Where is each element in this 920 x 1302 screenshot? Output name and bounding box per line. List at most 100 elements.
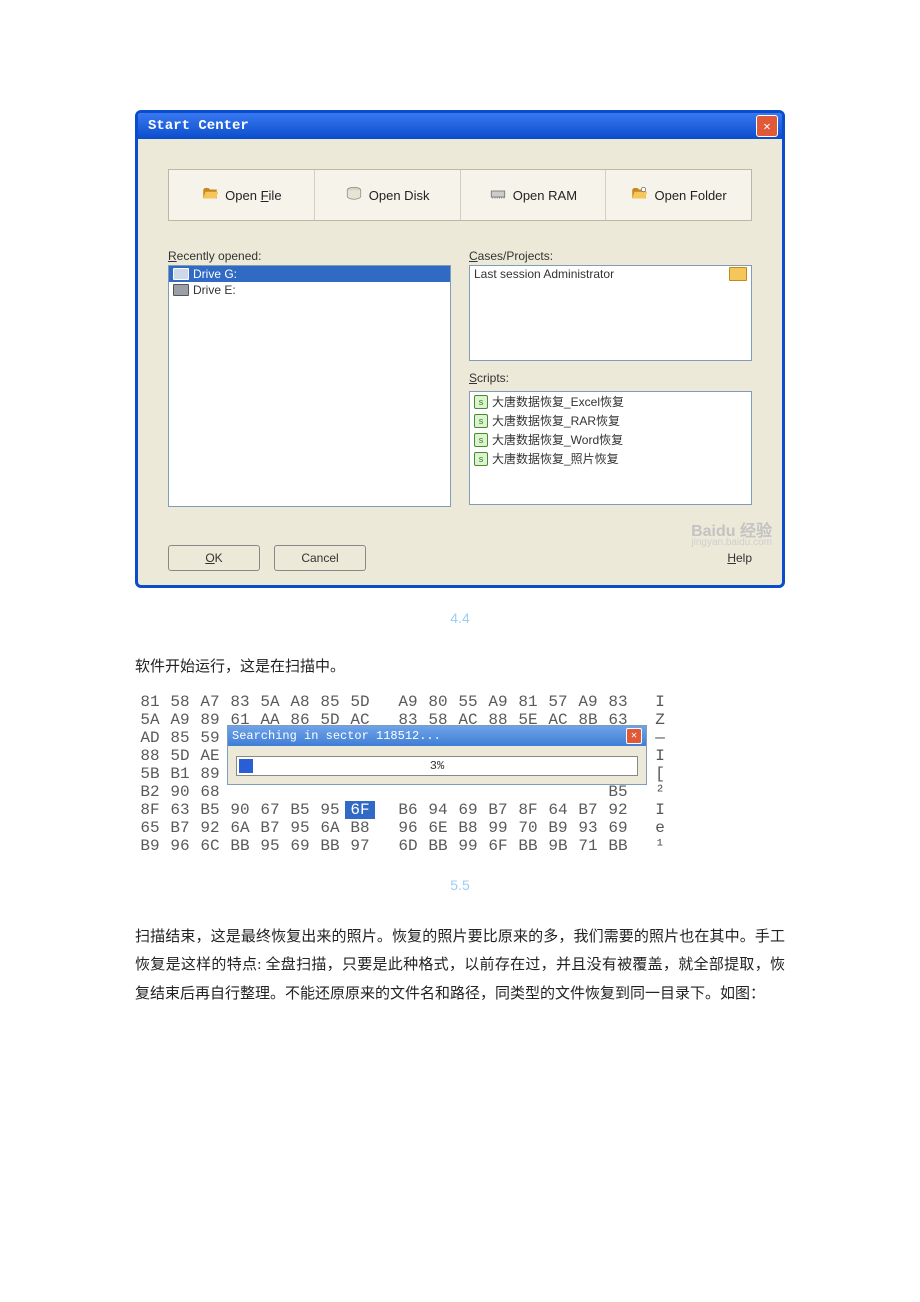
hex-byte: 81 <box>135 693 165 711</box>
hex-byte: 63 <box>165 801 195 819</box>
hex-byte: A9 <box>483 693 513 711</box>
titlebar[interactable]: Start Center ✕ <box>138 113 782 139</box>
hex-byte: B7 <box>165 819 195 837</box>
list-item[interactable]: Drive E: <box>169 282 450 298</box>
hex-byte: B1 <box>165 765 195 783</box>
hex-byte: 5D <box>165 747 195 765</box>
hex-byte <box>375 693 393 711</box>
hex-byte: 69 <box>453 801 483 819</box>
hex-byte <box>285 783 315 801</box>
open-disk-label: Open Disk <box>369 188 430 203</box>
progress-titlebar[interactable]: Searching in sector 118512... ✕ <box>228 726 646 746</box>
hex-byte: 5A <box>255 693 285 711</box>
hex-byte: 6A <box>315 819 345 837</box>
hex-byte: I <box>651 801 669 819</box>
hex-byte: 65 <box>135 819 165 837</box>
list-item[interactable]: s大唐数据恢复_RAR恢复 <box>470 411 751 430</box>
hex-byte <box>633 693 651 711</box>
scripts-label: Scripts: <box>469 371 752 385</box>
script-icon: s <box>474 433 488 447</box>
hex-byte: 85 <box>165 729 195 747</box>
hex-byte: B7 <box>573 801 603 819</box>
hex-byte <box>633 783 651 801</box>
hex-byte: 6F <box>345 801 375 819</box>
open-file-label: Open File <box>225 188 281 203</box>
help-button[interactable]: Help <box>727 551 752 565</box>
folder-icon <box>729 267 747 281</box>
hex-byte: 80 <box>423 693 453 711</box>
list-item[interactable]: s大唐数据恢复_Word恢复 <box>470 430 751 449</box>
hex-byte: 55 <box>453 693 483 711</box>
recently-opened-list[interactable]: Drive G: Drive E: <box>168 265 451 507</box>
hex-byte: 6D <box>393 837 423 855</box>
hex-byte: 89 <box>195 711 225 729</box>
start-center-dialog: Start Center ✕ Open File Open Disk Open … <box>135 110 785 588</box>
watermark: Baidu 经验 jingyan.baidu.com <box>138 517 782 541</box>
hex-byte <box>315 783 345 801</box>
hex-byte: 99 <box>453 837 483 855</box>
hex-byte: 99 <box>483 819 513 837</box>
hex-byte: 5A <box>135 711 165 729</box>
hex-byte: I <box>651 747 669 765</box>
hex-byte: B5 <box>195 801 225 819</box>
open-file-icon <box>201 185 219 206</box>
hex-byte: A9 <box>393 693 423 711</box>
list-item[interactable]: s大唐数据恢复_照片恢复 <box>470 449 751 468</box>
hex-byte <box>393 783 423 801</box>
script-icon: s <box>474 414 488 428</box>
hex-byte: B7 <box>483 801 513 819</box>
hex-byte: 67 <box>255 801 285 819</box>
hex-byte: 95 <box>285 819 315 837</box>
hex-byte: 5D <box>345 693 375 711</box>
close-icon[interactable]: ✕ <box>626 728 642 744</box>
hex-byte: AD <box>135 729 165 747</box>
hex-byte: 64 <box>543 801 573 819</box>
hex-byte <box>633 801 651 819</box>
script-icon: s <box>474 395 488 409</box>
drive-icon <box>173 268 189 280</box>
hex-byte <box>633 837 651 855</box>
ok-button[interactable]: OK <box>168 545 260 571</box>
hex-byte: 6C <box>195 837 225 855</box>
cases-list[interactable]: Last session Administrator <box>469 265 752 361</box>
open-folder-button[interactable]: Open Folder <box>606 170 751 220</box>
cases-label: Cases/Projects: <box>469 249 752 263</box>
hex-byte: 5B <box>135 765 165 783</box>
open-ram-icon <box>489 185 507 206</box>
open-file-button[interactable]: Open File <box>169 170 315 220</box>
hex-byte: 58 <box>165 693 195 711</box>
list-item[interactable]: Drive G: <box>169 266 450 282</box>
hex-byte: 57 <box>543 693 573 711</box>
hex-byte: B7 <box>255 819 285 837</box>
hex-byte <box>573 783 603 801</box>
hex-byte: 6E <box>423 819 453 837</box>
progress-bar: 3% <box>236 756 638 776</box>
close-icon[interactable]: ✕ <box>756 115 778 137</box>
hex-byte: 83 <box>603 693 633 711</box>
hex-byte: 69 <box>285 837 315 855</box>
cancel-button[interactable]: Cancel <box>274 545 366 571</box>
hex-byte <box>453 783 483 801</box>
open-ram-button[interactable]: Open RAM <box>461 170 607 220</box>
hex-byte: 83 <box>225 693 255 711</box>
hex-byte: ¹ <box>651 837 669 855</box>
hex-byte: 9B <box>543 837 573 855</box>
hex-byte <box>345 783 375 801</box>
hex-byte: BB <box>225 837 255 855</box>
body-text: 扫描结束，这是最终恢复出来的照片。恢复的照片要比原来的多，我们需要的照片也在其中… <box>135 923 785 1009</box>
hex-byte: BB <box>423 837 453 855</box>
open-disk-icon <box>345 185 363 206</box>
hex-byte: A9 <box>573 693 603 711</box>
hex-byte: I <box>651 693 669 711</box>
list-item[interactable]: Last session Administrator <box>470 266 751 282</box>
hex-byte: [ <box>651 765 669 783</box>
progress-percent: 3% <box>237 757 637 775</box>
hex-byte: 88 <box>135 747 165 765</box>
hex-byte <box>483 783 513 801</box>
hex-view: Searching in sector 118512... ✕ 3% 8158A… <box>135 693 695 855</box>
list-item[interactable]: s大唐数据恢复_Excel恢复 <box>470 392 751 411</box>
hex-byte: 85 <box>315 693 345 711</box>
scripts-list[interactable]: s大唐数据恢复_Excel恢复 s大唐数据恢复_RAR恢复 s大唐数据恢复_Wo… <box>469 391 752 505</box>
recently-opened-label: Recently opened: <box>168 249 451 263</box>
open-disk-button[interactable]: Open Disk <box>315 170 461 220</box>
